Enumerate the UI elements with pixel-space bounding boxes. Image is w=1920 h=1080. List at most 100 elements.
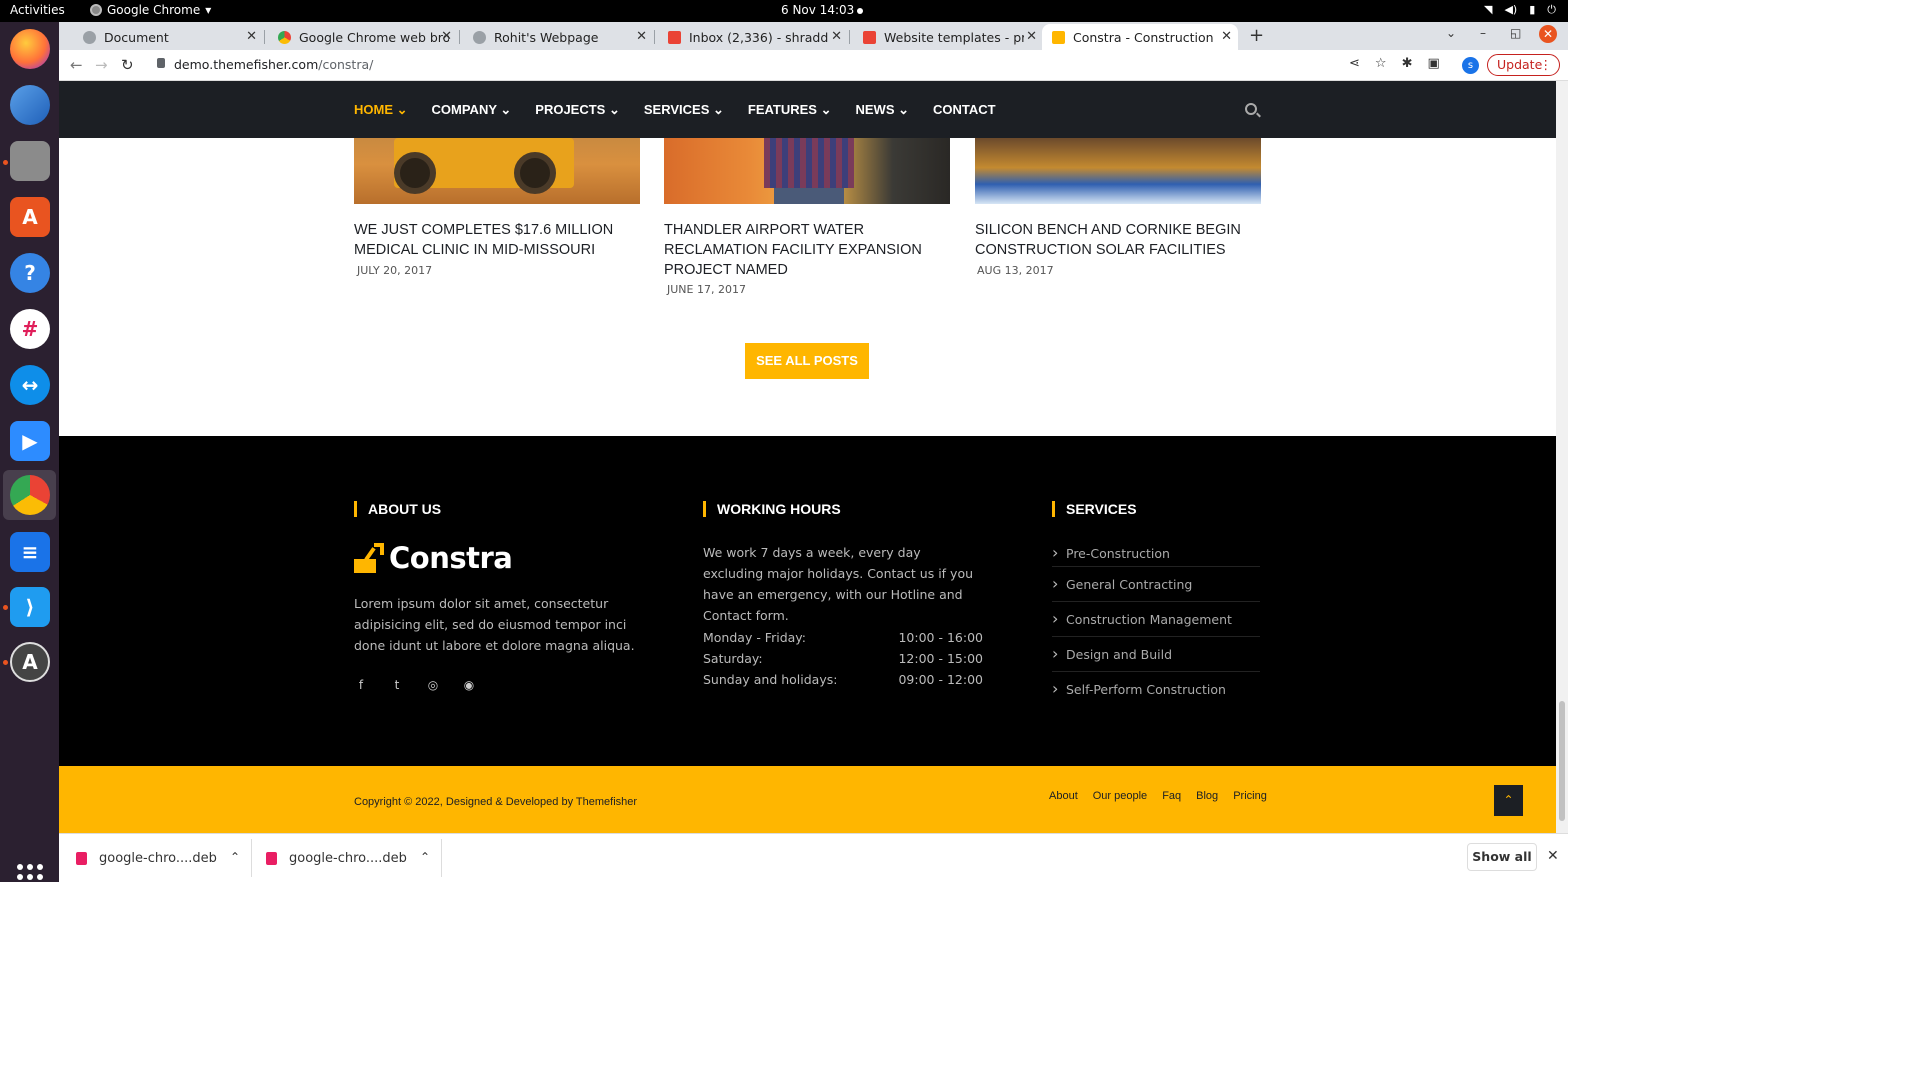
hours-row: Saturday: 12:00 - 15:00 bbox=[703, 651, 983, 672]
clock[interactable]: 6 Nov 14:03 bbox=[781, 3, 854, 17]
service-link[interactable]: Self-Perform Construction bbox=[1052, 672, 1260, 707]
kebab-menu-icon[interactable]: ⋮ bbox=[1540, 55, 1553, 75]
about-us-heading: ABOUT US bbox=[354, 501, 441, 517]
close-tab-icon[interactable]: ✕ bbox=[1026, 29, 1037, 44]
facebook-icon[interactable]: f bbox=[354, 678, 368, 692]
close-tab-icon[interactable]: ✕ bbox=[1221, 29, 1232, 44]
bookmark-star-icon[interactable]: ☆ bbox=[1375, 56, 1387, 71]
chrome-dock-icon[interactable] bbox=[10, 475, 50, 515]
dock: A ? # ↔ ▶ ≡ ⟩ A bbox=[0, 22, 59, 890]
back-icon[interactable]: ← bbox=[70, 56, 83, 74]
software-updater-icon[interactable]: A bbox=[10, 642, 50, 682]
teamviewer-icon[interactable]: ↔ bbox=[10, 365, 50, 405]
reload-icon[interactable]: ↻ bbox=[121, 56, 134, 74]
software-center-icon[interactable]: A bbox=[10, 197, 50, 237]
post-image-machinery[interactable] bbox=[975, 138, 1261, 204]
nav-news[interactable]: NEWS ⌄ bbox=[855, 102, 909, 118]
show-all-downloads-button[interactable]: Show all bbox=[1467, 843, 1537, 871]
restore-icon[interactable]: ◱ bbox=[1510, 26, 1521, 40]
service-link[interactable]: Pre-Construction bbox=[1052, 541, 1260, 567]
copyright-text: Copyright © 2022, Designed & Developed b… bbox=[354, 796, 638, 808]
worker-jeans bbox=[774, 188, 844, 204]
update-button[interactable]: Update ⋮ bbox=[1487, 54, 1560, 76]
close-tab-icon[interactable]: ✕ bbox=[246, 29, 257, 44]
see-all-posts-button[interactable]: SEE ALL POSTS bbox=[745, 343, 869, 379]
github-icon[interactable]: ◉ bbox=[462, 678, 476, 692]
tab-rohits-webpage[interactable]: Rohit's Webpage ✕ bbox=[463, 24, 653, 50]
vscode-icon[interactable]: ⟩ bbox=[10, 587, 50, 627]
tab-website-templates[interactable]: Website templates - princ ✕ bbox=[853, 24, 1043, 50]
post-date: JUNE 17, 2017 bbox=[667, 283, 746, 296]
app-menu[interactable]: Google Chrome ▾ bbox=[90, 3, 211, 17]
footer-link-blog[interactable]: Blog bbox=[1196, 790, 1218, 802]
close-tab-icon[interactable]: ✕ bbox=[636, 29, 647, 44]
side-panel-icon[interactable]: ▣ bbox=[1427, 56, 1439, 71]
chevron-up-icon[interactable]: ⌃ bbox=[420, 850, 430, 864]
running-indicator bbox=[3, 660, 8, 665]
footer-link-our-people[interactable]: Our people bbox=[1093, 790, 1147, 802]
chevron-up-icon[interactable]: ⌃ bbox=[230, 850, 240, 864]
about-text: Lorem ipsum dolor sit amet, consectetur … bbox=[354, 596, 635, 653]
constra-logo[interactable]: Constra bbox=[354, 541, 513, 575]
twitter-icon[interactable]: t bbox=[390, 678, 404, 692]
url-field[interactable]: demo.themefisher.com/constra/ bbox=[174, 57, 373, 72]
system-tray[interactable]: ◥ ◀) ▮ ⏻ bbox=[1484, 3, 1556, 17]
footer-link-faq[interactable]: Faq bbox=[1162, 790, 1181, 802]
tab-constra[interactable]: Constra - Construction Ht ✕ bbox=[1042, 24, 1238, 50]
extensions-icon[interactable]: ✱ bbox=[1402, 56, 1413, 71]
post-title[interactable]: WE JUST COMPLETES $17.6 MILLION MEDICAL … bbox=[354, 220, 644, 260]
zoom-icon[interactable]: ▶ bbox=[10, 421, 50, 461]
close-download-bar-icon[interactable]: ✕ bbox=[1547, 848, 1559, 864]
post-title[interactable]: THANDLER AIRPORT WATER RECLAMATION FACIL… bbox=[664, 220, 954, 280]
slack-icon[interactable]: # bbox=[10, 309, 50, 349]
globe-icon bbox=[473, 30, 486, 44]
nav-projects[interactable]: PROJECTS ⌄ bbox=[535, 102, 620, 118]
globe-icon bbox=[83, 30, 96, 44]
nav-contact[interactable]: CONTACT bbox=[933, 102, 996, 118]
close-tab-icon[interactable]: ✕ bbox=[831, 29, 842, 44]
activities-button[interactable]: Activities bbox=[10, 3, 65, 17]
post-title[interactable]: SILICON BENCH AND CORNIKE BEGIN CONSTRUC… bbox=[975, 220, 1265, 260]
services-list: Pre-Construction General Contracting Con… bbox=[1052, 541, 1260, 707]
footer-link-pricing[interactable]: Pricing bbox=[1233, 790, 1267, 802]
writer-icon[interactable]: ≡ bbox=[10, 532, 50, 572]
search-icon[interactable] bbox=[1245, 103, 1257, 115]
nav-company[interactable]: COMPANY ⌄ bbox=[432, 102, 512, 118]
close-tab-icon[interactable]: ✕ bbox=[441, 29, 452, 44]
files-icon[interactable] bbox=[10, 141, 50, 181]
back-to-top-icon[interactable]: ⌃ bbox=[1494, 785, 1523, 816]
service-link[interactable]: Construction Management bbox=[1052, 602, 1260, 637]
lock-icon[interactable] bbox=[157, 58, 165, 68]
post-image-loader[interactable] bbox=[354, 138, 640, 204]
minimize-icon[interactable]: – bbox=[1480, 26, 1486, 40]
service-link[interactable]: Design and Build bbox=[1052, 637, 1260, 672]
nav-services[interactable]: SERVICES ⌄ bbox=[644, 102, 724, 118]
working-hours-text: We work 7 days a week, every day excludi… bbox=[703, 545, 974, 623]
tab-search-icon[interactable]: ⌄ bbox=[1446, 26, 1456, 40]
service-link[interactable]: General Contracting bbox=[1052, 567, 1260, 602]
help-icon[interactable]: ? bbox=[10, 253, 50, 293]
instagram-icon[interactable]: ◎ bbox=[426, 678, 440, 692]
nav-features[interactable]: FEATURES ⌄ bbox=[748, 102, 832, 118]
nav-home[interactable]: HOME ⌄ bbox=[354, 102, 408, 118]
forward-icon[interactable]: → bbox=[95, 56, 108, 74]
profile-avatar[interactable]: s bbox=[1462, 57, 1479, 74]
new-tab-icon[interactable]: + bbox=[1249, 25, 1264, 46]
download-item[interactable]: google-chro....deb ⌃ bbox=[76, 834, 240, 883]
scrollbar-thumb[interactable] bbox=[1559, 701, 1565, 821]
close-window-icon[interactable]: ✕ bbox=[1539, 25, 1557, 43]
share-icon[interactable]: ⋖ bbox=[1349, 56, 1360, 71]
tab-gmail-inbox[interactable]: Inbox (2,336) - shraddham ✕ bbox=[658, 24, 848, 50]
firefox-icon[interactable] bbox=[10, 29, 50, 69]
post-image-worker[interactable] bbox=[664, 138, 950, 204]
web-page: HOME ⌄ COMPANY ⌄ PROJECTS ⌄ SERVICES ⌄ F… bbox=[59, 81, 1556, 833]
tab-chrome-web-browser[interactable]: Google Chrome web brow ✕ bbox=[268, 24, 458, 50]
os-top-bar: Activities Google Chrome ▾ 6 Nov 14:03 ◥… bbox=[0, 0, 1568, 22]
post-date: AUG 13, 2017 bbox=[977, 264, 1054, 277]
thunderbird-icon[interactable] bbox=[10, 85, 50, 125]
page-scrollbar[interactable] bbox=[1556, 81, 1568, 833]
show-apps-icon[interactable] bbox=[17, 864, 43, 890]
download-item[interactable]: google-chro....deb ⌃ bbox=[266, 834, 430, 883]
footer-link-about[interactable]: About bbox=[1049, 790, 1078, 802]
tab-document[interactable]: Document ✕ bbox=[73, 24, 263, 50]
